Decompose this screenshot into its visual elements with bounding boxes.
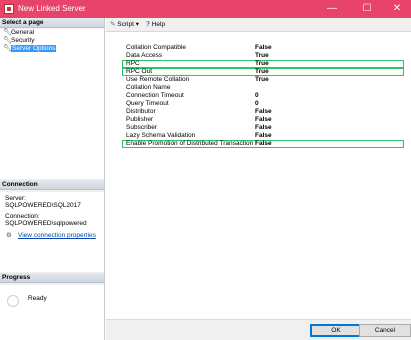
property-row[interactable]: Lazy Schema Validation False (122, 132, 404, 140)
connection-value: SQLPOWERED\sqlpowered (5, 220, 87, 227)
view-connection-properties-link[interactable]: ⚙ View connection properties (5, 232, 99, 240)
property-row[interactable]: Distributor False (122, 108, 404, 116)
page-item-server-options[interactable]: 🔧︎ Server Options (0, 45, 104, 53)
view-connection-properties-label: View connection properties (18, 232, 96, 239)
property-value[interactable]: 0 (255, 92, 259, 100)
property-value[interactable]: False (255, 124, 272, 132)
page-item-label: General (11, 29, 35, 36)
property-name: Collation Compatible (126, 44, 186, 51)
property-name: Connection Timeout (126, 92, 184, 99)
script-button[interactable]: ✎ Script ▾ (110, 21, 139, 29)
property-value[interactable]: True (255, 60, 269, 68)
property-value[interactable]: False (255, 108, 272, 116)
help-label: Help (151, 21, 166, 28)
property-row[interactable]: Collation Name (122, 84, 404, 92)
property-value[interactable]: True (255, 52, 269, 60)
property-value[interactable]: False (255, 132, 272, 140)
property-row[interactable]: Data Access True (122, 52, 404, 60)
property-name: Query Timeout (126, 100, 169, 107)
property-name: Lazy Schema Validation (126, 132, 196, 139)
property-row[interactable]: Publisher False (122, 116, 404, 124)
help-button[interactable]: ❓︎ Help (146, 21, 165, 29)
maximize-button[interactable]: ☐ (353, 0, 381, 18)
progress-header: Progress (0, 273, 104, 283)
property-row[interactable]: Subscriber False (122, 124, 404, 132)
connection-info: Server: SQLPOWERED\SQL2017 Connection: S… (0, 192, 104, 272)
property-row[interactable]: Collation Compatible False (122, 44, 404, 52)
property-name: Publisher (126, 116, 154, 123)
property-value[interactable]: False (255, 44, 272, 52)
ok-button[interactable]: OK (310, 324, 362, 337)
minimize-button[interactable]: — (318, 0, 346, 18)
dialog-footer: OK Cancel (106, 319, 411, 340)
property-value[interactable]: True (255, 76, 269, 84)
close-button[interactable]: ✕ (383, 0, 411, 18)
page-item-general[interactable]: 🔧︎ General (0, 29, 104, 37)
left-panel: Select a page 🔧︎ General 🔧︎ Security 🔧︎ … (0, 18, 105, 340)
window-title: New Linked Server (18, 4, 86, 13)
script-icon: ✎ (110, 21, 116, 28)
property-name: Data Access (126, 52, 163, 59)
title-bar: New Linked Server — ☐ ✕ (0, 0, 411, 18)
property-value[interactable]: 0 (255, 100, 259, 108)
property-value[interactable]: False (255, 116, 272, 124)
cancel-button[interactable]: Cancel (359, 324, 411, 337)
wrench-icon: 🔧︎ (3, 37, 12, 44)
app-icon (4, 4, 14, 14)
property-row-highlighted[interactable]: RPC Out True (122, 68, 404, 76)
connection-properties-icon: ⚙ (6, 232, 12, 239)
connection-header: Connection (0, 180, 104, 190)
page-item-security[interactable]: 🔧︎ Security (0, 37, 104, 45)
server-label: Server: (5, 195, 26, 202)
toolbar: ✎ Script ▾ ❓︎ Help (106, 18, 411, 32)
property-row-highlighted[interactable]: Enable Promotion of Distributed Transact… (122, 140, 404, 148)
progress-area: Ready (0, 285, 104, 340)
server-value: SQLPOWERED\SQL2017 (5, 202, 81, 209)
page-item-label: Server Options (11, 45, 57, 52)
property-name: Enable Promotion of Distributed Transact… (126, 140, 254, 147)
property-name: Use Remote Collation (126, 76, 190, 83)
property-name: Distributor (126, 108, 156, 115)
server-options-grid: Collation Compatible False Data Access T… (122, 44, 404, 148)
progress-status: Ready (28, 295, 47, 302)
connection-label: Connection: (5, 213, 40, 220)
property-name: RPC (126, 60, 140, 67)
property-value[interactable]: False (255, 140, 272, 148)
property-row-highlighted[interactable]: RPC True (122, 60, 404, 68)
wrench-icon: 🔧︎ (3, 45, 12, 52)
progress-spinner-icon (7, 295, 19, 307)
help-icon: ❓︎ (146, 21, 150, 28)
property-name: RPC Out (126, 68, 153, 75)
property-row[interactable]: Query Timeout 0 (122, 100, 404, 108)
script-label: Script (117, 21, 134, 28)
property-row[interactable]: Connection Timeout 0 (122, 92, 404, 100)
property-value[interactable]: True (255, 68, 269, 76)
select-page-header: Select a page (0, 18, 104, 28)
page-item-label: Security (11, 37, 35, 44)
wrench-icon: 🔧︎ (3, 29, 12, 36)
chevron-down-icon: ▾ (135, 21, 139, 28)
page-list: 🔧︎ General 🔧︎ Security 🔧︎ Server Options (0, 29, 104, 179)
property-row[interactable]: Use Remote Collation True (122, 76, 404, 84)
property-name: Collation Name (126, 84, 171, 91)
property-name: Subscriber (126, 124, 158, 131)
